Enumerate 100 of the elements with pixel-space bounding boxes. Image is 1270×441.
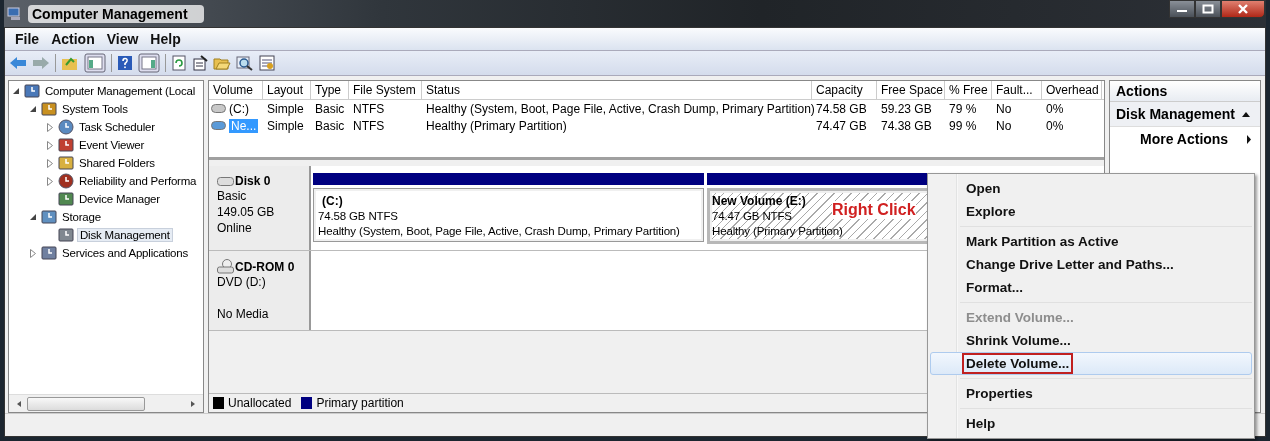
- actions-section[interactable]: Disk Management: [1110, 102, 1260, 127]
- table-cell-text: Healthy (System, Boot, Page File, Active, Crash Dump, Primary Partition): [425, 101, 812, 116]
- menu-item[interactable]: Action: [45, 31, 101, 47]
- disk-name: CD-ROM 0: [235, 259, 295, 274]
- tree-item[interactable]: Disk Management: [77, 228, 173, 242]
- menu-item[interactable]: Properties: [930, 382, 1252, 405]
- column-header[interactable]: Status: [422, 81, 812, 99]
- actions-title: Actions: [1110, 81, 1260, 102]
- menu-item[interactable]: Format...: [930, 276, 1252, 299]
- table-cell-text: No: [995, 101, 1013, 116]
- table-cell-text: 74.47 GB: [815, 118, 868, 133]
- expand-icon[interactable]: [30, 248, 36, 258]
- disk-name: Disk 0: [235, 174, 271, 188]
- tree-item[interactable]: Task Scheduler: [77, 121, 157, 133]
- partition-status: Healthy (Primary Partition): [712, 224, 843, 239]
- table-cell-text: 99 %: [948, 118, 978, 133]
- table-cell-text: 59.23 GB: [880, 101, 933, 116]
- column-header[interactable]: % Free: [945, 81, 992, 99]
- tree-item[interactable]: Computer Management (Local: [43, 85, 198, 97]
- table-cell-text: 79 %: [948, 101, 978, 116]
- column-header[interactable]: Overhead: [1042, 81, 1102, 99]
- tree-item[interactable]: Event Viewer: [77, 139, 147, 151]
- help-icon[interactable]: [117, 55, 133, 71]
- disk-detail: Online: [217, 220, 253, 236]
- collapse-icon[interactable]: [29, 213, 37, 221]
- expand-icon[interactable]: [47, 176, 53, 186]
- column-header[interactable]: Fault...: [992, 81, 1042, 99]
- submenu-arrow-icon: [1246, 134, 1252, 144]
- table-cell-text: Basic: [314, 118, 346, 133]
- column-header[interactable]: Free Space: [877, 81, 945, 99]
- partition-block[interactable]: (C:) 74.58 GB NTFS Healthy (System, Boot, Page File, Active, Crash Dump, Primary Partition): [313, 188, 704, 242]
- back-icon[interactable]: [9, 55, 27, 71]
- scroll-right-icon[interactable]: [189, 399, 197, 408]
- expand-icon[interactable]: [47, 140, 53, 150]
- column-header[interactable]: Type: [311, 81, 349, 99]
- disk-detail: Basic: [217, 188, 248, 204]
- legend-label: Primary partition: [316, 396, 404, 410]
- tree-item[interactable]: Reliability and Performa: [77, 175, 199, 187]
- cd-drive-icon: [217, 259, 234, 274]
- drive-icon: [217, 176, 234, 186]
- table-cell-text: No: [995, 118, 1013, 133]
- menu-item[interactable]: File: [9, 31, 46, 47]
- table-cell[interactable]: (C:): [229, 101, 249, 116]
- refresh-icon[interactable]: [171, 55, 187, 71]
- action-pane-icon[interactable]: [138, 53, 160, 73]
- drive-icon: [211, 121, 226, 130]
- table-cell-text: Healthy (Primary Partition): [425, 118, 568, 133]
- partition-size: 74.58 GB NTFS: [318, 209, 398, 224]
- menu-item[interactable]: View: [100, 31, 145, 47]
- folder-up-icon[interactable]: [61, 55, 79, 71]
- partition-name: (C:): [321, 193, 343, 209]
- close-button[interactable]: [1221, 0, 1265, 18]
- properties-icon[interactable]: [192, 55, 208, 71]
- column-header[interactable]: Layout: [263, 81, 311, 99]
- clock-icon: [58, 119, 74, 135]
- tree-item[interactable]: Services and Applications: [60, 247, 191, 259]
- action-link[interactable]: More Actions: [1110, 127, 1260, 151]
- disk-detail: No Media: [217, 306, 270, 322]
- close-icon: [1237, 4, 1249, 14]
- search-icon[interactable]: [236, 55, 254, 71]
- maximize-button[interactable]: [1195, 0, 1221, 18]
- tree-item[interactable]: Shared Folders: [77, 157, 157, 169]
- table-cell-text: Simple: [266, 118, 305, 133]
- tree-item[interactable]: Storage: [60, 211, 103, 223]
- menu-item[interactable]: Delete Volume...: [930, 352, 1252, 375]
- annotation-text: Right Click: [832, 201, 916, 219]
- table-cell-text: NTFS: [352, 118, 386, 133]
- tree-pane-icon[interactable]: [84, 53, 106, 73]
- collapse-icon[interactable]: [12, 87, 20, 95]
- table-cell-text: NTFS: [352, 101, 386, 116]
- maximize-icon: [1202, 4, 1214, 14]
- partition-status: Healthy (System, Boot, Page File, Active, Crash Dump, Primary Partition): [318, 224, 680, 239]
- table-cell-text: 0%: [1045, 118, 1065, 133]
- forward-icon[interactable]: [32, 55, 50, 71]
- menu-item[interactable]: Help: [930, 412, 1252, 435]
- minimize-button[interactable]: [1169, 0, 1195, 18]
- expand-icon[interactable]: [47, 122, 53, 132]
- window-title: Computer Management: [28, 4, 204, 23]
- table-cell-text: Simple: [266, 101, 305, 116]
- tree-item[interactable]: Device Manager: [77, 193, 162, 205]
- horizontal-scrollbar[interactable]: [9, 394, 203, 412]
- disk-detail: DVD (D:): [217, 274, 267, 290]
- table-cell-text: 74.58 GB: [815, 101, 868, 116]
- scroll-left-icon[interactable]: [15, 399, 23, 408]
- expand-icon[interactable]: [47, 158, 53, 168]
- menu-item[interactable]: Help: [144, 31, 187, 47]
- tree-item[interactable]: System Tools: [60, 103, 130, 115]
- column-header[interactable]: Volume: [209, 81, 263, 99]
- collapse-icon: [1242, 111, 1250, 117]
- disk-detail: 149.05 GB: [217, 204, 276, 220]
- column-header[interactable]: Capacity: [812, 81, 877, 99]
- partition-size: 74.47 GB NTFS: [712, 209, 792, 224]
- column-header[interactable]: File System: [349, 81, 422, 99]
- collapse-icon[interactable]: [29, 105, 37, 113]
- table-cell-text: 74.38 GB: [880, 118, 933, 133]
- menu-item[interactable]: Change Drive Letter and Paths...: [930, 253, 1252, 276]
- menu-item[interactable]: Shrink Volume...: [930, 329, 1252, 352]
- drive-icon: [211, 104, 226, 113]
- legend-label: Unallocated: [228, 396, 292, 410]
- table-cell-text: 0%: [1045, 101, 1065, 116]
